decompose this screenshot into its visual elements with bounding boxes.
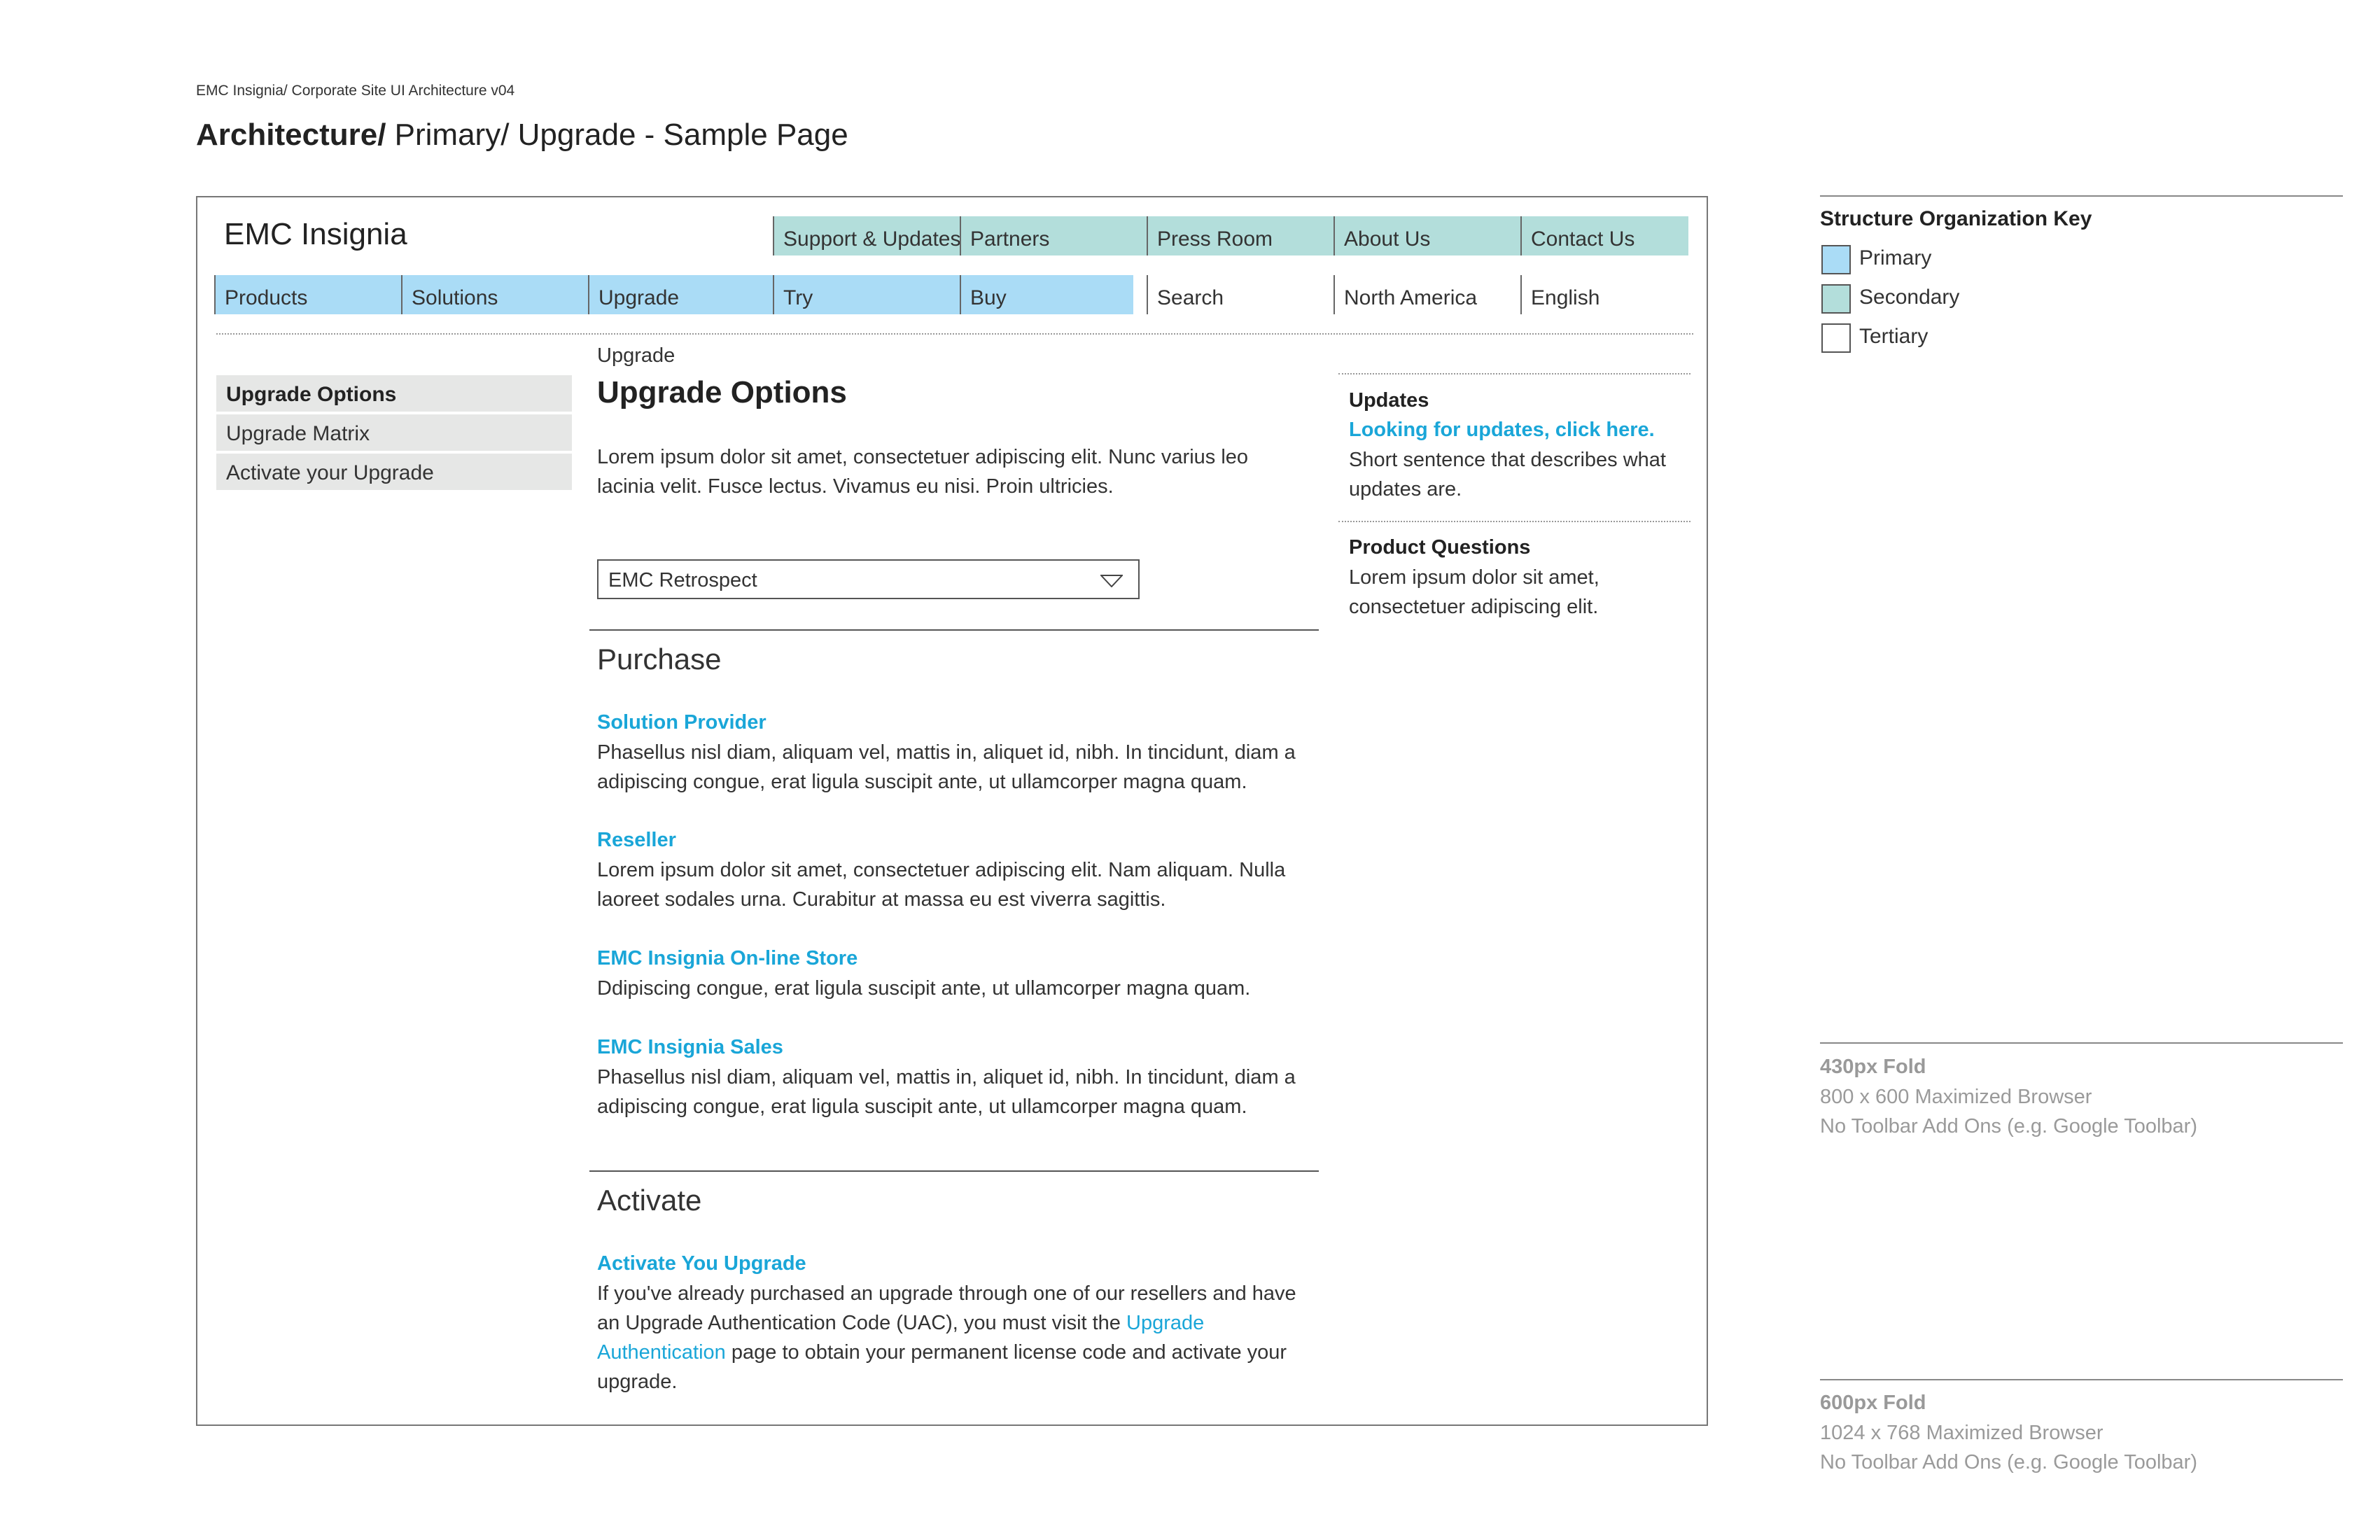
key-label-secondary: Secondary (1859, 286, 1960, 309)
text-line: If you've already purchased an upgrade t… (597, 1282, 1296, 1305)
text-line: 1024 x 768 Maximized Browser (1820, 1422, 2104, 1444)
text-fragment: an Upgrade Authentication Code (UAC), yo… (597, 1312, 1126, 1334)
primary-nav-products[interactable]: Products (214, 275, 401, 314)
fold-430-title: 430px Fold (1820, 1056, 1926, 1078)
text-line: Phasellus nisl diam, aliquam vel, mattis… (597, 1066, 1296, 1088)
text-line: Ddipiscing congue, erat ligula suscipit … (597, 977, 1251, 1000)
text-line: 800 x 600 Maximized Browser (1820, 1086, 2092, 1108)
purchase-sales-link[interactable]: EMC Insignia Sales (597, 1036, 783, 1059)
product-select[interactable]: EMC Retrospect (597, 559, 1140, 599)
text-line: No Toolbar Add Ons (e.g. Google Toolbar) (1820, 1451, 2197, 1474)
purchase-reseller-link[interactable]: Reseller (597, 829, 676, 852)
document-label: EMC Insignia/ Corporate Site UI Architec… (196, 83, 515, 99)
page-heading-bold: Architecture/ (196, 118, 386, 152)
text-line: Lorem ipsum dolor sit amet, (1349, 566, 1600, 589)
purchase-reseller-text: Lorem ipsum dolor sit amet, consectetuer… (597, 855, 1332, 914)
tertiary-nav-search[interactable]: Search (1147, 275, 1334, 314)
fold-divider (1820, 1379, 2343, 1380)
sidebar-item-upgrade-matrix[interactable]: Upgrade Matrix (216, 414, 572, 451)
primary-nav-buy[interactable]: Buy (960, 275, 1133, 314)
text-line: Short sentence that describes what (1349, 449, 1666, 471)
activate-upgrade-text: If you've already purchased an upgrade t… (597, 1279, 1332, 1396)
primary-swatch (1821, 245, 1851, 274)
text-line: Phasellus nisl diam, aliquam vel, mattis… (597, 741, 1296, 764)
text-line: laoreet sodales urna. Curabitur at massa… (597, 888, 1166, 911)
purchase-solution-provider-link[interactable]: Solution Provider (597, 711, 766, 734)
text-line: consectetuer adipiscing elit. (1349, 596, 1599, 618)
activate-section-title: Activate (597, 1184, 702, 1217)
activate-upgrade-link[interactable]: Activate You Upgrade (597, 1252, 806, 1275)
header-divider (216, 333, 1693, 335)
purchase-online-store-link[interactable]: EMC Insignia On-line Store (597, 947, 858, 970)
sidebar-item-upgrade-options[interactable]: Upgrade Options (216, 375, 572, 412)
fold-430-text: 800 x 600 Maximized Browser No Toolbar A… (1820, 1082, 2197, 1141)
site-logo-title[interactable]: EMC Insignia (224, 217, 407, 252)
purchase-solution-provider-text: Phasellus nisl diam, aliquam vel, mattis… (597, 738, 1332, 797)
updates-title: Updates (1349, 389, 1429, 412)
primary-nav-try[interactable]: Try (773, 275, 960, 314)
text-line: Lorem ipsum dolor sit amet, consectetuer… (597, 859, 1286, 881)
primary-nav-solutions[interactable]: Solutions (401, 275, 588, 314)
tertiary-nav-region[interactable]: North America (1334, 275, 1520, 314)
top-nav-about-us[interactable]: About Us (1334, 216, 1520, 255)
fold-600-text: 1024 x 768 Maximized Browser No Toolbar … (1820, 1418, 2197, 1477)
chevron-down-icon (1100, 575, 1123, 587)
top-nav-contact-us[interactable]: Contact Us (1520, 216, 1688, 255)
text-line: No Toolbar Add Ons (e.g. Google Toolbar) (1820, 1115, 2197, 1138)
section-divider (589, 1170, 1319, 1172)
content-title: Upgrade Options (597, 375, 847, 410)
sidebar-item-activate-upgrade[interactable]: Activate your Upgrade (216, 454, 572, 490)
purchase-sales-text: Phasellus nisl diam, aliquam vel, mattis… (597, 1063, 1332, 1121)
tertiary-nav-language[interactable]: English (1520, 275, 1688, 314)
product-questions-title: Product Questions (1349, 536, 1531, 559)
upgrade-authentication-link[interactable]: Upgrade (1126, 1312, 1204, 1334)
purchase-online-store-text: Ddipiscing congue, erat ligula suscipit … (597, 974, 1332, 1003)
text-line: an Upgrade Authentication Code (UAC), yo… (597, 1308, 1332, 1338)
rail-divider (1338, 373, 1690, 374)
breadcrumb[interactable]: Upgrade (597, 344, 675, 368)
purchase-section-title: Purchase (597, 643, 722, 676)
intro-line: Lorem ipsum dolor sit amet, consectetuer… (597, 446, 1249, 468)
text-line: adipiscing congue, erat ligula suscipit … (597, 1096, 1247, 1118)
structure-key-title: Structure Organization Key (1820, 207, 2092, 230)
section-divider (589, 629, 1319, 631)
fold-divider (1820, 1042, 2343, 1044)
top-nav-press-room[interactable]: Press Room (1147, 216, 1334, 255)
primary-nav-upgrade[interactable]: Upgrade (588, 275, 773, 314)
key-label-primary: Primary (1859, 246, 1932, 270)
page-heading: Architecture/ Primary/ Upgrade - Sample … (196, 118, 848, 153)
updates-link[interactable]: Looking for updates, click here. (1349, 419, 1655, 442)
page-heading-rest: Primary/ Upgrade - Sample Page (386, 118, 848, 152)
updates-description: Short sentence that describes what updat… (1349, 445, 1699, 504)
tertiary-swatch (1821, 323, 1851, 353)
product-select-value: EMC Retrospect (608, 569, 757, 592)
text-line: adipiscing congue, erat ligula suscipit … (597, 771, 1247, 793)
key-label-tertiary: Tertiary (1859, 325, 1928, 348)
key-divider (1820, 195, 2343, 197)
top-nav-support-updates[interactable]: Support & Updates (773, 216, 961, 255)
rail-divider (1338, 521, 1690, 522)
intro-line: lacinia velit. Fusce lectus. Vivamus eu … (597, 475, 1114, 498)
text-line: upgrade. (597, 1371, 678, 1393)
upgrade-authentication-link-cont[interactable]: Authentication (597, 1341, 726, 1364)
intro-text: Lorem ipsum dolor sit amet, consectetuer… (597, 442, 1297, 501)
top-nav-partners[interactable]: Partners (960, 216, 1147, 255)
text-fragment: page to obtain your permanent license co… (725, 1341, 1287, 1364)
fold-600-title: 600px Fold (1820, 1392, 1926, 1414)
secondary-swatch (1821, 284, 1851, 314)
text-line: Authentication page to obtain your perma… (597, 1338, 1332, 1367)
product-questions-text: Lorem ipsum dolor sit amet, consectetuer… (1349, 563, 1699, 622)
text-line: updates are. (1349, 478, 1462, 500)
